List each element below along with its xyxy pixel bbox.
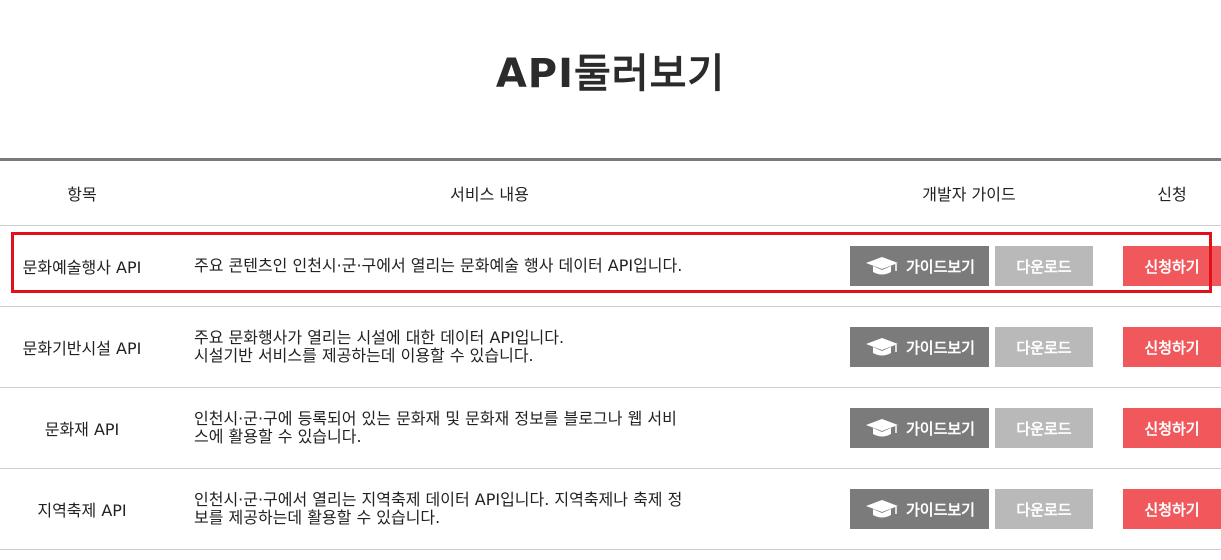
table-row: 문화예술행사 API 주요 콘텐츠인 인천시·군·구에서 열리는 문화예술 행사… [0, 225, 1221, 307]
guide-buttons: 가이드보기 다운로드 [845, 246, 1093, 286]
api-description: 인천시·군·구에서 열리는 지역축제 데이터 API입니다. 지역축제나 축제 … [164, 468, 845, 550]
apply-button[interactable]: 신청하기 [1123, 327, 1221, 367]
guide-view-button[interactable]: 가이드보기 [850, 246, 989, 286]
guide-view-label: 가이드보기 [905, 419, 975, 438]
page-title: API둘러보기 [495, 50, 726, 97]
apply-cell: 신청하기 [1093, 387, 1221, 469]
guide-buttons: 가이드보기 다운로드 [845, 489, 1093, 529]
table-header-row: 항목 서비스 내용 개발자 가이드 신청 [0, 159, 1221, 226]
api-name: 문화예술행사 API [0, 225, 164, 307]
header-guide: 개발자 가이드 [845, 159, 1093, 226]
guide-buttons: 가이드보기 다운로드 [845, 408, 1093, 448]
description-line: 보를 제공하는데 활용할 수 있습니다. [194, 508, 441, 527]
description-line: 인천시·군·구에 등록되어 있는 문화재 및 문화재 정보를 블로그나 웹 서비 [194, 409, 677, 428]
apply-cell: 신청하기 [1093, 225, 1221, 307]
guide-cell: 가이드보기 다운로드 [845, 387, 1093, 469]
guide-view-button[interactable]: 가이드보기 [850, 408, 989, 448]
apply-cell: 신청하기 [1093, 468, 1221, 550]
description-line: 시설기반 서비스를 제공하는데 이용할 수 있습니다. [194, 346, 534, 365]
graduation-cap-icon [865, 338, 898, 356]
table-header: 항목 서비스 내용 개발자 가이드 신청 [0, 159, 1221, 226]
api-name: 문화재 API [0, 387, 164, 469]
download-button[interactable]: 다운로드 [995, 327, 1093, 367]
table-body: 문화예술행사 API 주요 콘텐츠인 인천시·군·구에서 열리는 문화예술 행사… [0, 225, 1221, 550]
graduation-cap-icon [865, 257, 898, 275]
guide-cell: 가이드보기 다운로드 [845, 468, 1093, 550]
guide-view-button[interactable]: 가이드보기 [850, 489, 989, 529]
guide-cell: 가이드보기 다운로드 [845, 225, 1093, 307]
guide-view-label: 가이드보기 [905, 257, 975, 276]
api-description: 인천시·군·구에 등록되어 있는 문화재 및 문화재 정보를 블로그나 웹 서비… [164, 387, 845, 469]
header-apply: 신청 [1093, 159, 1221, 226]
description-line: 스에 활용할 수 있습니다. [194, 427, 362, 446]
apply-button[interactable]: 신청하기 [1123, 408, 1221, 448]
guide-buttons: 가이드보기 다운로드 [845, 327, 1093, 367]
api-description: 주요 콘텐츠인 인천시·군·구에서 열리는 문화예술 행사 데이터 API입니다… [164, 225, 845, 307]
graduation-cap-icon [865, 500, 898, 518]
header-desc: 서비스 내용 [164, 159, 845, 226]
description-line: 인천시·군·구에서 열리는 지역축제 데이터 API입니다. 지역축제나 축제 … [194, 490, 683, 509]
table-row: 문화기반시설 API 주요 문화행사가 열리는 시설에 대한 데이터 API입니… [0, 306, 1221, 388]
api-description: 주요 문화행사가 열리는 시설에 대한 데이터 API입니다. 시설기반 서비스… [164, 306, 845, 388]
download-button[interactable]: 다운로드 [995, 489, 1093, 529]
guide-view-label: 가이드보기 [905, 500, 975, 519]
table-row: 지역축제 API 인천시·군·구에서 열리는 지역축제 데이터 API입니다. … [0, 468, 1221, 550]
description-line: 주요 문화행사가 열리는 시설에 대한 데이터 API입니다. [194, 328, 565, 347]
guide-view-button[interactable]: 가이드보기 [850, 327, 989, 367]
graduation-cap-icon [865, 419, 898, 437]
api-table: 항목 서비스 내용 개발자 가이드 신청 문화예술행사 API 주요 콘텐츠인 … [0, 158, 1221, 550]
api-name: 문화기반시설 API [0, 306, 164, 388]
guide-cell: 가이드보기 다운로드 [845, 306, 1093, 388]
apply-button[interactable]: 신청하기 [1123, 489, 1221, 529]
description-line: 주요 콘텐츠인 인천시·군·구에서 열리는 문화예술 행사 데이터 API입니다… [194, 256, 683, 275]
guide-view-label: 가이드보기 [905, 338, 975, 357]
download-button[interactable]: 다운로드 [995, 246, 1093, 286]
download-button[interactable]: 다운로드 [995, 408, 1093, 448]
apply-cell: 신청하기 [1093, 306, 1221, 388]
header-item: 항목 [0, 159, 164, 226]
apply-button[interactable]: 신청하기 [1123, 246, 1221, 286]
table-row: 문화재 API 인천시·군·구에 등록되어 있는 문화재 및 문화재 정보를 블… [0, 387, 1221, 469]
api-name: 지역축제 API [0, 468, 164, 550]
